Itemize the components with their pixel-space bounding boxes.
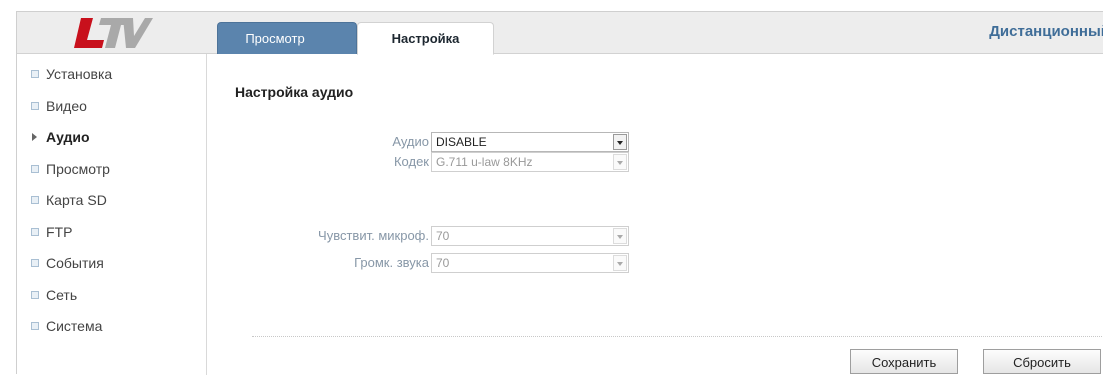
sidebar-item-preview[interactable]: Просмотр — [31, 159, 110, 179]
sidebar-item-label: FTP — [46, 224, 73, 240]
divider — [252, 336, 1103, 337]
arrow-right-icon — [32, 133, 37, 142]
sidebar-item-label: Просмотр — [46, 161, 110, 177]
sidebar-item-label: Установка — [46, 66, 113, 82]
square-bullet-icon — [31, 228, 39, 237]
tab-settings[interactable]: Настройка — [357, 22, 494, 55]
sidebar-item-video[interactable]: Видео — [31, 96, 87, 116]
codec-select[interactable]: G.711 u-law 8KHz — [431, 152, 629, 172]
logo-icon — [74, 18, 153, 48]
audio-select[interactable]: DISABLE — [431, 132, 629, 152]
codec-select-value: G.711 u-law 8KHz — [436, 155, 533, 169]
chevron-down-icon[interactable] — [613, 134, 627, 150]
square-bullet-icon — [31, 165, 39, 174]
square-bullet-icon — [31, 196, 39, 205]
sidebar-item-label: Аудио — [46, 129, 90, 145]
mic-sensitivity-label: Чувствит. микроф. — [318, 228, 429, 243]
chevron-down-icon[interactable] — [613, 228, 627, 244]
volume-label: Громк. звука — [354, 255, 429, 270]
mic-sensitivity-select-value: 70 — [436, 229, 450, 243]
volume-select[interactable]: 70 — [431, 253, 629, 273]
sidebar-item-events[interactable]: События — [31, 253, 104, 273]
mic-sensitivity-select[interactable]: 70 — [431, 226, 629, 246]
save-button[interactable]: Сохранить — [850, 349, 958, 374]
sidebar-item-network[interactable]: Сеть — [31, 285, 77, 305]
sidebar: Установка Видео Аудио Просмотр Карта SD … — [17, 54, 207, 375]
square-bullet-icon — [31, 291, 39, 300]
tab-view[interactable]: Просмотр — [217, 22, 357, 54]
sidebar-item-label: Система — [46, 318, 103, 334]
sidebar-item-setup[interactable]: Установка — [31, 64, 112, 84]
chevron-down-icon[interactable] — [613, 255, 627, 271]
sidebar-item-label: Сеть — [46, 287, 78, 303]
square-bullet-icon — [31, 322, 39, 331]
volume-select-value: 70 — [436, 256, 450, 270]
sidebar-item-label: Видео — [46, 98, 87, 114]
audio-select-value: DISABLE — [436, 135, 487, 149]
sidebar-item-label: Карта SD — [46, 192, 107, 208]
square-bullet-icon — [31, 259, 39, 268]
square-bullet-icon — [31, 102, 39, 111]
square-bullet-icon — [31, 70, 39, 79]
header-title: Дистанционный — [989, 23, 1103, 40]
codec-label: Кодек — [393, 154, 429, 169]
header-bar: Просмотр Настройка Дистанционный — [17, 12, 1103, 55]
audio-label: Аудио — [392, 134, 429, 149]
sidebar-item-ftp[interactable]: FTP — [31, 222, 72, 242]
app-frame: Просмотр Настройка Дистанционный Установ… — [16, 11, 1103, 375]
sidebar-item-system[interactable]: Система — [31, 316, 102, 336]
sidebar-item-label: События — [46, 255, 104, 271]
sidebar-item-sd-card[interactable]: Карта SD — [31, 190, 107, 210]
reset-button[interactable]: Сбросить — [983, 349, 1101, 374]
main-content: Настройка аудио Аудио DISABLE Кодек G.71… — [207, 54, 1103, 375]
chevron-down-icon[interactable] — [613, 154, 627, 170]
sidebar-item-audio[interactable]: Аудио — [31, 127, 90, 147]
section-title: Настройка аудио — [235, 84, 354, 100]
ltv-logo — [17, 12, 207, 54]
